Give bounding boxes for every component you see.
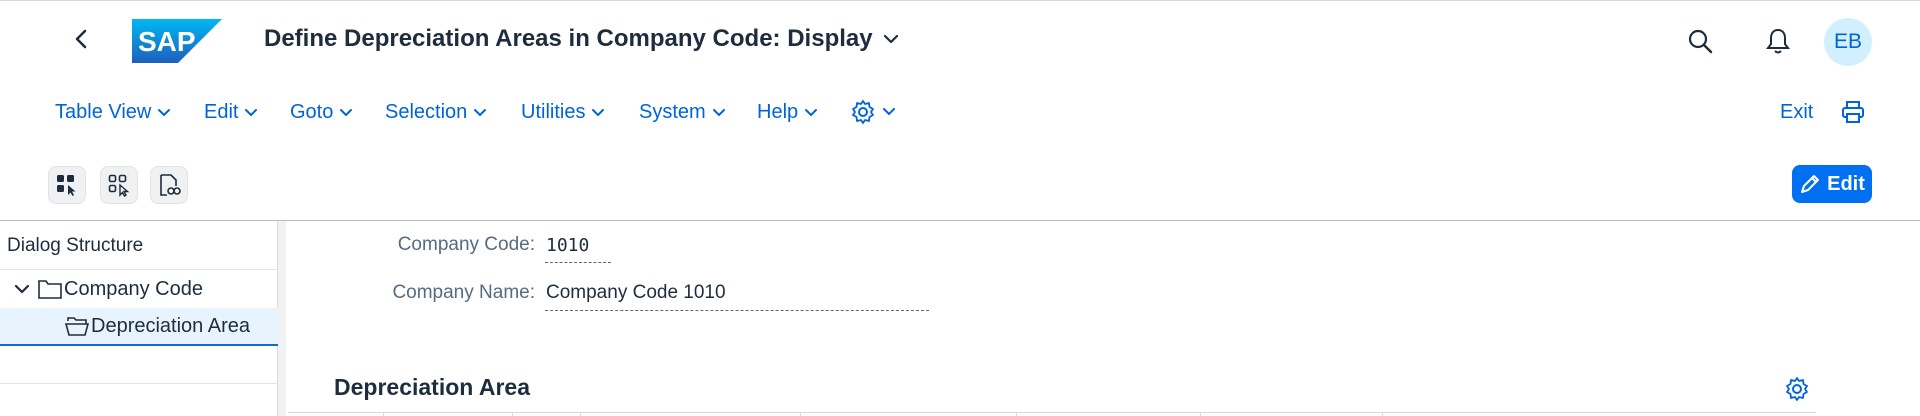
menu-selection[interactable]: Selection xyxy=(385,101,487,124)
gear-icon[interactable] xyxy=(1784,376,1810,402)
menu-label: Selection xyxy=(385,101,468,123)
chevron-down-icon xyxy=(883,108,895,116)
chevron-down-icon xyxy=(805,108,818,116)
table-column-divider[interactable] xyxy=(512,412,513,416)
dialog-structure-panel: Dialog Structure Company Code Depreciati… xyxy=(0,221,278,416)
menu-bar: Table View Edit Goto Selection Utilities… xyxy=(0,95,1920,135)
menu-table-view[interactable]: Table View xyxy=(55,101,171,124)
company-name-label: Company Name: xyxy=(392,282,535,303)
menu-system[interactable]: System xyxy=(639,101,726,124)
gear-icon xyxy=(852,100,874,124)
section-title: Depreciation Area xyxy=(334,374,530,400)
back-icon[interactable] xyxy=(70,28,92,50)
field-underline xyxy=(545,310,929,311)
chevron-down-icon xyxy=(883,34,898,44)
menu-label: Utilities xyxy=(521,101,586,123)
chevron-down-icon xyxy=(245,108,258,116)
menu-label: Goto xyxy=(290,101,334,123)
company-code-value[interactable]: 1010 xyxy=(546,235,589,256)
menu-edit[interactable]: Edit xyxy=(204,101,258,124)
chevron-down-icon[interactable] xyxy=(14,283,30,295)
print-icon[interactable] xyxy=(1840,99,1866,131)
folder-icon xyxy=(38,280,62,299)
menu-label: Help xyxy=(757,101,799,123)
divider xyxy=(0,383,278,384)
chevron-down-icon xyxy=(592,108,605,116)
toolbar: Edit xyxy=(0,164,1920,208)
search-icon[interactable] xyxy=(1678,19,1722,63)
field-underline xyxy=(545,262,611,263)
edit-icon xyxy=(1801,175,1820,193)
app-title[interactable]: Define Depreciation Areas in Company Cod… xyxy=(264,25,899,53)
menu-goto[interactable]: Goto xyxy=(290,101,353,124)
tree-item-depreciation-area[interactable]: Depreciation Area xyxy=(0,308,278,346)
chevron-down-icon xyxy=(340,108,353,116)
header-divider xyxy=(0,220,1920,221)
deselect-all-icon xyxy=(108,174,130,197)
menu-label: Edit xyxy=(204,101,239,123)
sap-logo[interactable]: SAP xyxy=(132,19,222,63)
table-column-divider[interactable] xyxy=(383,412,384,416)
menu-utilities[interactable]: Utilities xyxy=(521,101,605,124)
app-title-text: Define Depreciation Areas in Company Cod… xyxy=(264,25,873,52)
select-all-icon xyxy=(57,175,76,196)
table-column-divider[interactable] xyxy=(1200,412,1201,416)
table-header-border xyxy=(288,412,1816,413)
exit-button[interactable]: Exit xyxy=(1780,101,1813,124)
edit-button-label: Edit xyxy=(1827,172,1865,195)
tree-item-label: Company Code xyxy=(64,277,203,300)
tree-item-label: Depreciation Area xyxy=(91,314,250,337)
dialog-structure-title: Dialog Structure xyxy=(7,235,144,256)
chevron-down-icon xyxy=(158,108,171,116)
deselect-all-button[interactable] xyxy=(100,166,138,204)
details-button[interactable] xyxy=(150,166,188,204)
avatar[interactable]: EB xyxy=(1824,18,1872,66)
menu-label: Table View xyxy=(55,101,152,123)
svg-text:SAP: SAP xyxy=(138,26,196,57)
menu-settings[interactable] xyxy=(850,99,896,125)
company-name-value[interactable]: Company Code 1010 xyxy=(546,282,726,304)
document-glasses-icon xyxy=(160,174,181,196)
select-all-button[interactable] xyxy=(48,166,86,204)
open-folder-icon xyxy=(65,317,89,336)
chevron-down-icon xyxy=(474,108,487,116)
edit-button[interactable]: Edit xyxy=(1792,165,1872,203)
table-column-divider[interactable] xyxy=(580,412,581,416)
company-code-label: Company Code: xyxy=(397,234,535,255)
menu-label: System xyxy=(639,101,706,123)
notification-bell-icon[interactable] xyxy=(1756,19,1800,63)
menu-help[interactable]: Help xyxy=(757,101,818,124)
table-column-divider[interactable] xyxy=(800,412,801,416)
shell-bar: SAP Define Depreciation Areas in Company… xyxy=(0,0,1920,78)
table-column-divider[interactable] xyxy=(1016,412,1017,416)
panel-splitter[interactable] xyxy=(278,221,286,416)
chevron-down-icon xyxy=(712,108,725,116)
table-column-divider[interactable] xyxy=(1382,412,1383,416)
tree-item-company-code[interactable]: Company Code xyxy=(0,270,278,308)
